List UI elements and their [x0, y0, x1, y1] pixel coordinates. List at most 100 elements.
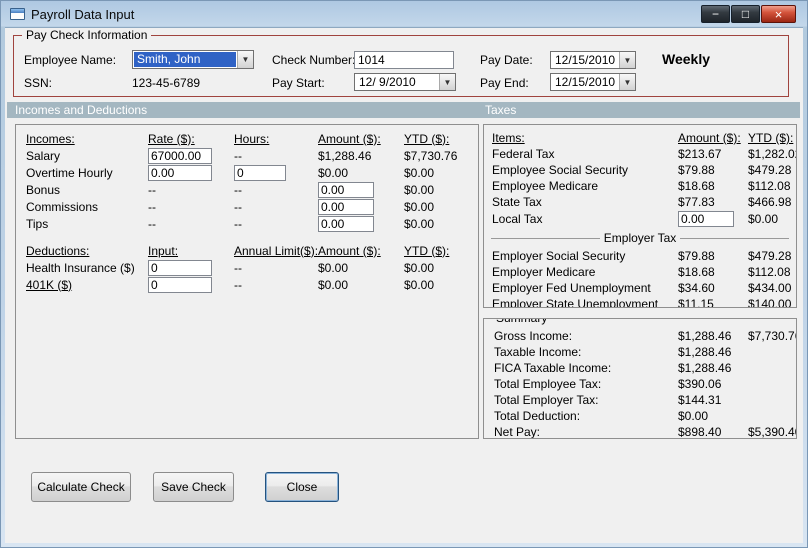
- close-icon: ×: [774, 6, 783, 22]
- tax-amount-col-header: Amount ($):: [678, 131, 741, 145]
- pay-end-picker[interactable]: 12/15/2010 ▼: [550, 73, 636, 91]
- bonus-row: Bonus -- -- $0.00: [16, 181, 478, 198]
- summary-label: Total Deduction:: [494, 409, 581, 423]
- tax-ytd: $140.00: [748, 297, 792, 308]
- app-icon: [10, 8, 25, 20]
- commissions-row: Commissions -- -- $0.00: [16, 198, 478, 215]
- taxes-panel: Items: Amount ($): YTD ($): Federal Tax …: [483, 124, 797, 308]
- tips-amount-input[interactable]: [318, 215, 374, 232]
- calculate-check-button[interactable]: Calculate Check: [31, 472, 131, 502]
- tips-hours: --: [234, 216, 242, 231]
- pay-date-dropdown-button[interactable]: ▼: [619, 52, 635, 68]
- annual-limit-col-header: Annual Limit($):: [234, 243, 319, 258]
- k401-amount: $0.00: [318, 277, 349, 292]
- taxes-header-row: Items: Amount ($): YTD ($):: [484, 130, 796, 146]
- local-tax-label: Local Tax: [492, 212, 543, 226]
- employer-tax-divider: Employer Tax: [484, 228, 796, 248]
- overtime-label: Overtime Hourly: [26, 165, 113, 180]
- tax-amount: $18.68: [678, 179, 715, 193]
- chevron-down-icon: ▼: [623, 55, 632, 65]
- pay-date-label: Pay Date:: [480, 53, 533, 67]
- tax-ytd: $479.28: [748, 163, 792, 177]
- deductions-header-row: Deductions: Input: Annual Limit($): Amou…: [16, 242, 478, 259]
- tax-label: State Tax: [492, 195, 542, 209]
- tax-label: Employee Medicare: [492, 179, 599, 193]
- minimize-button[interactable]: −: [701, 5, 730, 23]
- tax-ytd: $112.08: [748, 179, 791, 193]
- close-window-button[interactable]: ×: [761, 5, 796, 23]
- summary-ytd: $7,730.76: [748, 329, 797, 343]
- employee-name-value: Smith, John: [134, 52, 236, 67]
- overtime-row: Overtime Hourly $0.00 $0.00: [16, 164, 478, 181]
- employer-fed-unemployment-row: Employer Fed Unemployment $34.60 $434.00: [484, 280, 796, 296]
- overtime-amount: $0.00: [318, 165, 349, 180]
- bonus-hours: --: [234, 182, 242, 197]
- employee-name-dropdown-button[interactable]: ▼: [237, 51, 253, 68]
- tax-ytd: $479.28: [748, 249, 792, 263]
- k401-input[interactable]: [148, 276, 212, 293]
- bonus-amount-input[interactable]: [318, 181, 374, 198]
- titlebar[interactable]: Payroll Data Input: [1, 1, 807, 27]
- deductions-col-header: Deductions:: [26, 243, 90, 258]
- tax-amount: $79.88: [678, 249, 715, 263]
- overtime-rate-input[interactable]: [148, 164, 212, 181]
- commissions-label: Commissions: [26, 199, 99, 214]
- total-employer-tax-row: Total Employer Tax: $144.31: [484, 392, 796, 408]
- pay-end-dropdown-button[interactable]: ▼: [619, 74, 635, 90]
- local-tax-input[interactable]: [678, 211, 734, 227]
- health-insurance-limit: --: [234, 260, 242, 275]
- commissions-amount-input[interactable]: [318, 198, 374, 215]
- close-button[interactable]: Close: [265, 472, 339, 502]
- incomes-deductions-panel: Incomes: Rate ($): Hours: Amount ($): YT…: [15, 124, 479, 439]
- tax-amount: $11.15: [678, 297, 714, 308]
- salary-amount: $1,288.46: [318, 148, 372, 163]
- amount-col-header: Amount ($):: [318, 131, 381, 146]
- tax-label: Employer Social Security: [492, 249, 626, 263]
- summary-label: Total Employee Tax:: [494, 377, 602, 391]
- summary-amount: $1,288.46: [678, 345, 732, 359]
- summary-label: Taxable Income:: [494, 345, 582, 359]
- salary-rate-input[interactable]: [148, 147, 212, 164]
- employee-social-security-row: Employee Social Security $79.88 $479.28: [484, 162, 796, 178]
- tips-label: Tips: [26, 216, 49, 231]
- salary-label: Salary: [26, 148, 61, 163]
- check-number-input[interactable]: [354, 51, 454, 69]
- health-insurance-amount: $0.00: [318, 260, 349, 275]
- tax-amount: $77.83: [678, 195, 715, 209]
- save-check-button[interactable]: Save Check: [153, 472, 234, 502]
- maximize-button[interactable]: □: [731, 5, 760, 23]
- summary-legend: Summary: [492, 319, 552, 325]
- health-insurance-input[interactable]: [148, 259, 212, 276]
- paycheck-info-groupbox: Pay Check Information Employee Name: Smi…: [13, 28, 789, 97]
- pay-start-picker[interactable]: 12/ 9/2010 ▼: [354, 73, 456, 91]
- tax-ytd: $1,282.02: [748, 147, 797, 161]
- tips-row: Tips -- -- $0.00: [16, 215, 478, 232]
- tips-rate: --: [148, 216, 156, 231]
- tax-amount: $34.60: [678, 281, 715, 295]
- client-area: Pay Check Information Employee Name: Smi…: [5, 27, 803, 543]
- pay-end-label: Pay End:: [480, 76, 529, 90]
- chevron-down-icon: ▼: [241, 55, 250, 64]
- summary-label: Net Pay:: [494, 425, 541, 439]
- incomes-header-row: Incomes: Rate ($): Hours: Amount ($): YT…: [16, 130, 478, 147]
- k401-label: 401K ($): [26, 277, 73, 292]
- ytd-col-header: YTD ($):: [404, 131, 450, 146]
- tax-label: Employer Medicare: [492, 265, 596, 279]
- overtime-hours-input[interactable]: [234, 164, 286, 181]
- tax-ytd: $112.08: [748, 265, 791, 279]
- pay-start-label: Pay Start:: [272, 76, 325, 90]
- salary-row: Salary -- $1,288.46 $7,730.76: [16, 147, 478, 164]
- incomes-deductions-section-title: Incomes and Deductions: [15, 103, 148, 117]
- employee-name-combobox[interactable]: Smith, John ▼: [132, 50, 254, 69]
- input-col-header: Input:: [148, 243, 179, 258]
- pay-date-picker[interactable]: 12/15/2010 ▼: [550, 51, 636, 69]
- tax-items-col-header: Items:: [492, 131, 525, 145]
- deduction-amount-col-header: Amount ($):: [318, 243, 381, 258]
- tax-amount: $213.67: [678, 147, 722, 161]
- pay-start-dropdown-button[interactable]: ▼: [439, 74, 455, 90]
- health-insurance-row: Health Insurance ($) -- $0.00 $0.00: [16, 259, 478, 276]
- commissions-rate: --: [148, 199, 156, 214]
- ssn-label: SSN:: [24, 76, 53, 90]
- tips-ytd: $0.00: [404, 216, 435, 231]
- hours-col-header: Hours:: [234, 131, 270, 146]
